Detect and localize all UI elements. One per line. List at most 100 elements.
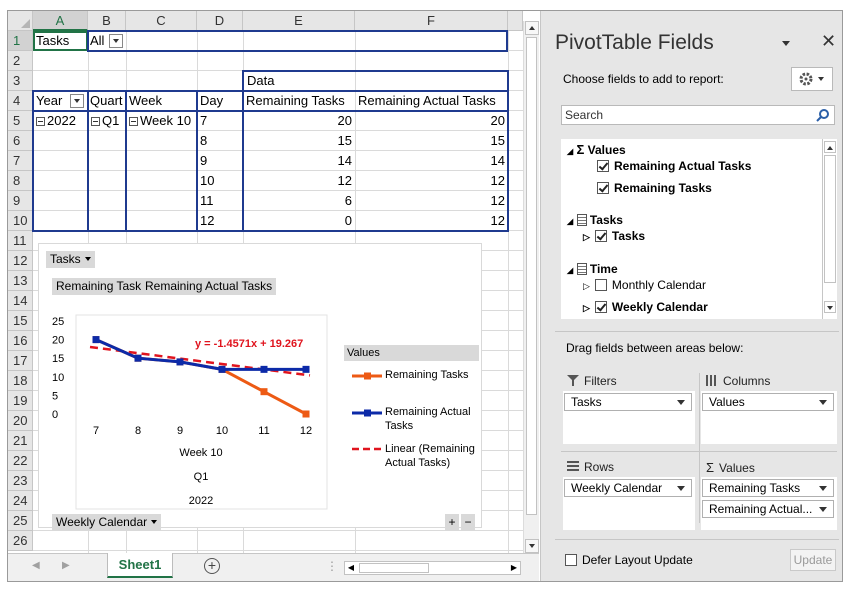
values-field-remaining-tasks[interactable]: Remaining Tasks: [702, 479, 834, 497]
row-header[interactable]: 4: [8, 91, 33, 111]
select-all-corner[interactable]: [8, 11, 33, 31]
scroll-left-icon[interactable]: ◀: [345, 562, 357, 574]
row-header[interactable]: 23: [8, 471, 33, 491]
row-header[interactable]: 25: [8, 511, 33, 531]
row-header[interactable]: 21: [8, 431, 33, 451]
day-cell[interactable]: 11: [197, 191, 243, 211]
field-search-input[interactable]: Search: [561, 105, 835, 125]
cell-b1-filter-value[interactable]: All: [88, 31, 108, 51]
column-header-a[interactable]: A: [33, 11, 88, 31]
chart-axis-field-button[interactable]: Weekly Calendar: [52, 514, 162, 531]
values-area[interactable]: Remaining Tasks Remaining Actual...: [701, 477, 837, 530]
field-list[interactable]: ◢ Σ Values Remaining Actual Tasks Remain…: [561, 139, 837, 319]
remaining-tasks-cell[interactable]: 12: [243, 171, 355, 191]
day-cell[interactable]: 8: [197, 131, 243, 151]
year-value[interactable]: 2022: [33, 111, 88, 131]
worksheet-grid[interactable]: A B C D E F 1 2 3 4 5 6 7 8 9 10 11 12 13 14 15 16 17 18 1…: [8, 11, 523, 553]
splitter-handle-icon[interactable]: ⋮: [326, 559, 338, 573]
row-header[interactable]: 18: [8, 371, 33, 391]
scroll-right-icon[interactable]: ▶: [508, 562, 520, 574]
day-cell[interactable]: 9: [197, 151, 243, 171]
row-header[interactable]: 24: [8, 491, 33, 511]
row-header[interactable]: 15: [8, 311, 33, 331]
update-button[interactable]: Update: [790, 549, 836, 571]
tab-sheet1[interactable]: Sheet1: [107, 553, 173, 578]
field-list-scroll-thumb[interactable]: [824, 155, 836, 283]
checkbox-remaining-tasks[interactable]: [597, 182, 609, 194]
remaining-actual-tasks-cell[interactable]: 12: [355, 211, 508, 231]
quarter-value[interactable]: Q1: [88, 111, 126, 131]
remaining-tasks-cell[interactable]: 6: [243, 191, 355, 211]
row-header[interactable]: 19: [8, 391, 33, 411]
remaining-actual-tasks-cell[interactable]: 15: [355, 131, 508, 151]
rows-area[interactable]: Weekly Calendar: [563, 477, 695, 530]
row-header[interactable]: 17: [8, 351, 33, 371]
row-header[interactable]: 8: [8, 171, 33, 191]
row-header[interactable]: 11: [8, 231, 33, 251]
field-list-scroll-down[interactable]: [824, 301, 836, 313]
remaining-tasks-cell[interactable]: 14: [243, 151, 355, 171]
column-header-c[interactable]: C: [126, 11, 197, 31]
checkbox-remaining-actual-tasks[interactable]: [597, 160, 609, 172]
tab-scroll-left-icon[interactable]: ◀: [32, 560, 40, 571]
collapse-quarter-icon[interactable]: [91, 117, 100, 126]
row-header[interactable]: 7: [8, 151, 33, 171]
day-cell[interactable]: 12: [197, 211, 243, 231]
close-pane-icon[interactable]: ✕: [821, 31, 836, 52]
checkbox-tasks[interactable]: [594, 230, 607, 242]
row-header[interactable]: 2: [8, 51, 33, 71]
checkbox-weekly-calendar[interactable]: [594, 301, 607, 313]
row-header[interactable]: 22: [8, 451, 33, 471]
day-cell[interactable]: 7: [197, 111, 243, 131]
week-value[interactable]: Week 10: [126, 111, 197, 131]
row-header[interactable]: 13: [8, 271, 33, 291]
field-list-scroll-up[interactable]: [824, 141, 836, 153]
field-list-scrollbar[interactable]: [822, 139, 837, 319]
filters-field-tasks[interactable]: Tasks: [564, 393, 692, 411]
defer-layout-checkbox[interactable]: [565, 554, 577, 566]
checkbox-monthly-calendar[interactable]: [594, 279, 607, 291]
field-tasks[interactable]: ▷ Tasks: [583, 228, 645, 245]
column-header-e[interactable]: E: [243, 11, 355, 31]
column-header-b[interactable]: B: [88, 11, 126, 31]
field-weekly-calendar[interactable]: ▷ Weekly Calendar: [583, 299, 708, 316]
remaining-actual-tasks-cell[interactable]: 12: [355, 191, 508, 211]
remaining-actual-tasks-cell[interactable]: 12: [355, 171, 508, 191]
cell-a1-filter-field[interactable]: Tasks: [33, 31, 88, 51]
vertical-scroll-thumb[interactable]: [526, 37, 537, 515]
row-header[interactable]: 16: [8, 331, 33, 351]
year-dropdown-button[interactable]: [70, 94, 84, 108]
collapse-field-button[interactable]: −: [461, 514, 475, 531]
row-header[interactable]: 3: [8, 71, 33, 91]
day-cell[interactable]: 10: [197, 171, 243, 191]
row-header[interactable]: 12: [8, 251, 33, 271]
row-header[interactable]: 5: [8, 111, 33, 131]
remaining-tasks-cell[interactable]: 0: [243, 211, 355, 231]
pivot-chart[interactable]: Tasks Remaining Tasks Remaining Actual T…: [38, 243, 482, 531]
column-header-f[interactable]: F: [355, 11, 508, 31]
row-header[interactable]: 10: [8, 211, 33, 231]
row-header[interactable]: 1: [8, 31, 33, 51]
scroll-down-button[interactable]: [525, 539, 539, 553]
horizontal-scrollbar[interactable]: ◀ ▶: [344, 561, 521, 575]
row-header[interactable]: 20: [8, 411, 33, 431]
collapse-year-icon[interactable]: [36, 117, 45, 126]
pane-options-dropdown-icon[interactable]: [781, 37, 791, 51]
column-header-d[interactable]: D: [197, 11, 243, 31]
row-header[interactable]: 26: [8, 531, 33, 551]
remaining-tasks-cell[interactable]: 20: [243, 111, 355, 131]
values-field-remaining-actual-tasks[interactable]: Remaining Actual...: [702, 500, 834, 518]
tab-scroll-right-icon[interactable]: ▶: [62, 560, 70, 571]
row-header[interactable]: 6: [8, 131, 33, 151]
horizontal-scroll-thumb[interactable]: [359, 563, 429, 573]
collapse-week-icon[interactable]: [129, 117, 138, 126]
remaining-actual-tasks-cell[interactable]: 20: [355, 111, 508, 131]
filter-dropdown-button[interactable]: [109, 34, 123, 48]
filters-area[interactable]: Tasks: [563, 391, 695, 444]
scroll-up-button[interactable]: [525, 21, 539, 35]
remaining-tasks-cell[interactable]: 15: [243, 131, 355, 151]
vertical-scrollbar[interactable]: [523, 21, 539, 557]
row-header[interactable]: 14: [8, 291, 33, 311]
remaining-actual-tasks-cell[interactable]: 14: [355, 151, 508, 171]
field-remaining-tasks[interactable]: Remaining Tasks: [597, 180, 712, 196]
